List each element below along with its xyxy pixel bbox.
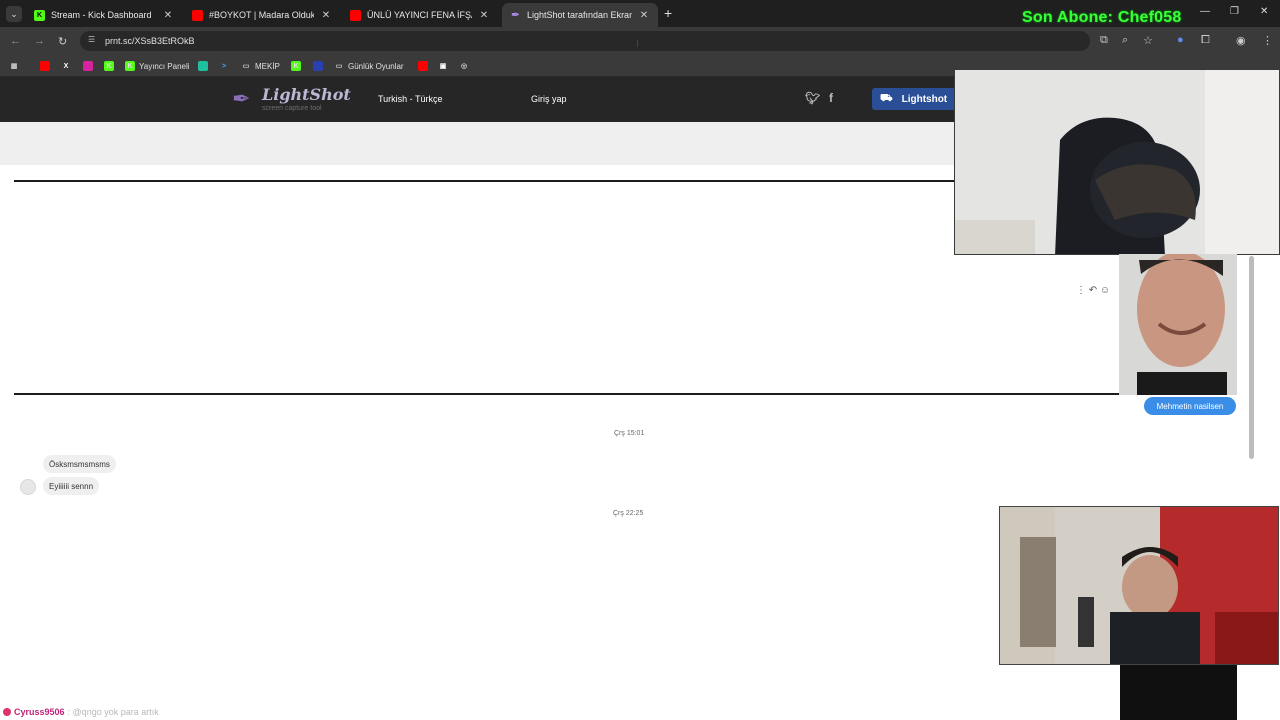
back-icon[interactable]: ←: [10, 35, 21, 47]
new-tab-icon[interactable]: +: [664, 5, 672, 21]
install-app-icon[interactable]: ⧉: [1100, 34, 1108, 47]
menu-kebab-icon[interactable]: ⋮: [1262, 34, 1273, 47]
twitter-icon[interactable]: 🐦︎: [805, 91, 820, 105]
chat-text: : @qngo yok para artık: [67, 707, 159, 717]
folder-icon: ▭: [335, 63, 343, 70]
incoming-message-bubble: Eyiiiiii sennn: [43, 477, 100, 495]
lightshot-icon: ✒: [511, 9, 520, 21]
scrollbar[interactable]: [1249, 256, 1254, 459]
extensions-puzzle-icon[interactable]: ⧠: [1201, 34, 1210, 47]
tab-youtube-unlu-yayinci[interactable]: ÜNLÜ YAYINCI FENA İFŞA OLDU ✕: [342, 3, 498, 27]
stream-chat-message: Cyruss9506 : @qngo yok para artık: [0, 704, 1280, 720]
tab-search-dropdown-icon[interactable]: ⌄: [6, 6, 22, 22]
chat-username: Cyruss9506: [14, 707, 65, 717]
chat-badge-icon: [3, 708, 11, 716]
screenshot-top-border: [14, 180, 956, 182]
message-actions: ⋮ ↶ ☺: [1076, 285, 1111, 296]
close-tab-icon[interactable]: ✕: [638, 10, 650, 21]
download-icon: ⛟: [880, 92, 893, 104]
reload-icon[interactable]: ↻: [58, 35, 67, 48]
url-text[interactable]: prnt.sc/XSsB3EtROkB: [105, 36, 195, 46]
bookmark-kick-2[interactable]: K: [291, 60, 305, 72]
close-window-icon[interactable]: ✕: [1260, 6, 1268, 17]
youtube-icon: [40, 61, 50, 71]
site-info-icon[interactable]: ☰: [88, 35, 98, 45]
bookmark-arrow[interactable]: >: [219, 60, 233, 72]
minimize-icon[interactable]: —: [1200, 6, 1210, 17]
arrow-icon: >: [221, 62, 227, 70]
logo-tagline: screen capture tool: [262, 105, 322, 112]
bookmark-yayinci-paneli[interactable]: K Yayıncı Paneli: [125, 60, 190, 72]
bookmark-app[interactable]: [198, 60, 212, 72]
instagram-icon: [83, 61, 93, 71]
tab-youtube-boykot[interactable]: #BOYKOT | Madara Olduk #581 ✕: [184, 3, 340, 27]
zoom-icon[interactable]: ⌕: [1122, 34, 1128, 47]
facebook-icon[interactable]: f: [829, 91, 833, 105]
bookmark-label: Günlük Oyunlar: [348, 61, 404, 71]
close-tab-icon[interactable]: ✕: [162, 10, 174, 21]
avatar: [20, 479, 36, 495]
webcam-face-overlay: [1119, 254, 1237, 395]
kick-icon: K: [34, 9, 45, 21]
kick-icon: K: [104, 61, 114, 71]
tab-title: LightShot tarafından Ekran Gör: [527, 10, 632, 20]
folder-icon: ▭: [242, 63, 250, 70]
incoming-message-bubble: Ösksmsmsmsms: [43, 455, 116, 473]
bookmark-blue[interactable]: [313, 60, 327, 72]
kick-icon: K: [125, 61, 135, 71]
login-link[interactable]: Giriş yap: [531, 94, 567, 104]
restore-icon[interactable]: ❐: [1230, 6, 1239, 17]
close-tab-icon[interactable]: ✕: [478, 10, 490, 21]
image-icon: ▣: [439, 63, 447, 70]
tab-title: #BOYKOT | Madara Olduk #581: [209, 10, 314, 20]
bookmark-icon: [313, 61, 323, 71]
tab-kick-dashboard[interactable]: K Stream - Kick Dashboard ✕: [26, 3, 182, 27]
extension-icon[interactable]: ●: [1177, 34, 1184, 46]
download-lightshot-button[interactable]: ⛟ Lightshot: [872, 88, 956, 110]
x-icon: X: [63, 62, 69, 70]
bookmark-label: Yayıncı Paneli: [139, 61, 190, 71]
language-selector[interactable]: Turkish - Türkçe: [378, 94, 443, 104]
youtube-icon: [192, 9, 203, 21]
address-bar[interactable]: [80, 31, 1090, 51]
download-button-label: Lightshot: [901, 93, 948, 105]
close-tab-icon[interactable]: ✕: [320, 10, 332, 21]
timestamp: Çrş 22:25: [613, 510, 644, 517]
text-cursor-icon: I: [636, 38, 640, 50]
screenshot-divider: [14, 393, 1120, 395]
timestamp: Çrş 15:01: [614, 430, 645, 437]
tab-lightshot[interactable]: ✒ LightShot tarafından Ekran Gör ✕: [502, 3, 658, 27]
bookmark-youtube-2[interactable]: [418, 60, 432, 72]
outgoing-message-bubble: Mehmetin nasilsen: [1144, 397, 1236, 415]
feather-icon: ✒: [232, 86, 251, 111]
bookmark-kick[interactable]: K: [104, 60, 118, 72]
bookmark-x[interactable]: X: [61, 60, 75, 72]
youtube-icon: [418, 61, 428, 71]
bookmark-folder-mekip[interactable]: ▭ MEKİP: [241, 60, 280, 72]
profile-avatar-icon[interactable]: ◉: [1236, 34, 1246, 47]
app-icon: [198, 61, 208, 71]
forward-icon[interactable]: →: [34, 35, 45, 47]
kick-icon: K: [291, 61, 301, 71]
lightshot-logo[interactable]: ✒ LightShot screen capture tool: [232, 84, 351, 116]
tab-title: Stream - Kick Dashboard: [51, 10, 152, 20]
webcam-overlay-top: [954, 69, 1280, 255]
stream-subscriber-overlay: Son Abone: Chef058: [1022, 9, 1182, 26]
bookmark-youtube[interactable]: [40, 60, 54, 72]
youtube-icon: [350, 9, 361, 21]
bookmark-globe[interactable]: ◎: [459, 60, 473, 72]
bookmark-star-icon[interactable]: ☆: [1143, 34, 1153, 47]
logo-name: LightShot: [262, 85, 351, 104]
webcam-overlay-bottom: [999, 506, 1279, 665]
apps-grid-icon[interactable]: ▦: [9, 60, 23, 72]
bookmark-label: MEKİP: [255, 61, 280, 71]
globe-icon: ◎: [460, 63, 468, 70]
bookmark-instagram[interactable]: [83, 60, 97, 72]
bookmark-image[interactable]: ▣: [438, 60, 452, 72]
bookmark-folder-gunluk-oyunlar[interactable]: ▭ Günlük Oyunlar: [334, 60, 404, 72]
tab-title: ÜNLÜ YAYINCI FENA İFŞA OLDU: [367, 10, 472, 20]
